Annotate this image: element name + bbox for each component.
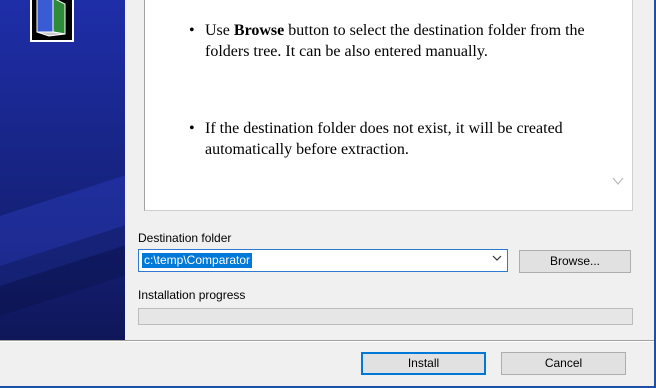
bullet-bold-text: Browse [233, 22, 285, 39]
chevron-down-icon[interactable] [491, 253, 503, 268]
installer-logo-icon [30, 0, 74, 42]
install-button[interactable]: Install [361, 352, 486, 375]
chevron-svg [612, 177, 624, 185]
destination-folder-label: Destination folder [138, 231, 232, 245]
bullet-text: If the destination folder does not exist… [205, 120, 563, 158]
installation-progress-bar [138, 308, 633, 325]
destination-folder-combobox[interactable]: c:\temp\Comparator [138, 249, 508, 272]
info-panel: Use Browse button to select the destinat… [144, 0, 633, 211]
installation-progress-label: Installation progress [138, 288, 246, 302]
side-banner [0, 0, 125, 340]
browse-button[interactable]: Browse... [519, 250, 631, 273]
info-bullet-browse: Use Browse button to select the destinat… [189, 20, 605, 62]
bullet-text: Use [205, 22, 234, 39]
cancel-button[interactable]: Cancel [501, 352, 626, 375]
info-bullet-create: If the destination folder does not exist… [189, 118, 605, 160]
logo-cube-icon [36, 0, 66, 37]
chevron-svg [492, 255, 502, 261]
destination-folder-value[interactable]: c:\temp\Comparator [142, 253, 253, 268]
scroll-down-icon[interactable] [612, 175, 624, 187]
footer-divider-highlight [0, 341, 656, 342]
